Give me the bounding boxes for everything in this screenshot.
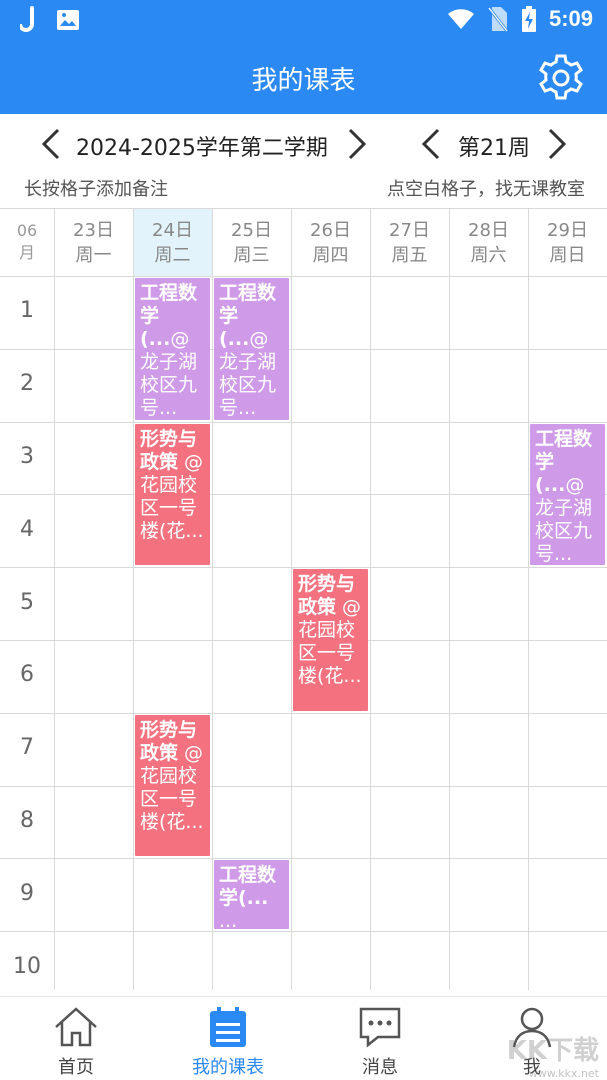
grid-column-line [212, 208, 213, 990]
nav-my-timetable-label: 我的课表 [192, 1057, 264, 1078]
period-label: 7 [20, 735, 34, 761]
day-weekday: 周日 [549, 245, 586, 266]
period-label: 1 [20, 298, 34, 324]
grid-column-line [449, 208, 450, 990]
course-location: ... [219, 910, 238, 930]
grid-row-line [0, 712, 607, 714]
month-number: 06 [16, 221, 38, 240]
course-card[interactable]: 工程数学(... ... [214, 860, 289, 930]
no-sim-icon [487, 7, 509, 32]
week-label[interactable]: 第21周 [458, 130, 530, 162]
term-week-selector: 2024-2025学年第二学期 第21周 [0, 118, 607, 170]
day-date: 27日 [389, 220, 430, 241]
calendar-icon [210, 1007, 246, 1047]
course-name: 工程数学(... [219, 864, 277, 910]
period-label: 6 [20, 662, 34, 688]
grid-row-line [0, 421, 607, 423]
period-label: 4 [20, 516, 34, 542]
image-icon [57, 10, 79, 30]
clock: 5:09 [548, 6, 593, 31]
nav-my-timetable[interactable]: 我的课表 [168, 1001, 288, 1079]
prev-week-chevron-icon[interactable] [420, 128, 442, 160]
hints-row: 长按格子添加备注 点空白格子，找无课教室 [0, 172, 607, 202]
course-card[interactable]: 形势与政策 @花园校区一号楼(花... [135, 423, 210, 566]
day-weekday: 周四 [312, 245, 349, 266]
nav-home-label: 首页 [58, 1057, 94, 1078]
gear-icon[interactable] [535, 52, 587, 104]
battery-charging-icon [521, 6, 536, 32]
day-date: 26日 [310, 220, 351, 241]
day-header: 24日周二 [133, 208, 212, 276]
period-label: 10 [13, 953, 41, 979]
month-unit: 月 [18, 243, 35, 262]
grid-column-line [133, 208, 134, 990]
period-label: 3 [20, 444, 34, 469]
nav-messages[interactable]: 消息 [320, 1001, 440, 1079]
day-header: 29日周日 [528, 208, 607, 276]
watermark: KK下载 www.kkx.net [507, 1030, 599, 1080]
grid-row-line [0, 931, 607, 933]
wifi-icon [447, 9, 474, 29]
course-card[interactable]: 形势与政策 @花园校区一号楼(花... [293, 569, 368, 711]
day-date: 25日 [231, 220, 272, 241]
grid-row-line [0, 348, 607, 350]
next-week-chevron-icon[interactable] [546, 128, 568, 160]
timetable-grid: 06 月 23日 周一 24日 周二 25日 周三 26日 周四 27日 周五 28日 周六 29日 周日… [0, 208, 607, 990]
grid-column-line [528, 208, 529, 990]
hint-empty-cell: 点空白格子，找无课教室 [387, 179, 585, 200]
day-weekday: 周二 [154, 245, 191, 266]
day-date: 29日 [547, 220, 588, 241]
grid-row-line [0, 785, 607, 787]
period-label: 8 [20, 808, 34, 833]
grid-row-line [0, 276, 607, 277]
nav-home[interactable]: 首页 [16, 1001, 136, 1079]
page-title: 我的课表 [251, 66, 356, 96]
grid-row-line [0, 494, 607, 496]
j-app-icon [20, 6, 34, 32]
day-header: 23日周一 [54, 208, 133, 276]
prev-term-chevron-icon[interactable] [40, 128, 62, 160]
course-card[interactable]: 工程数学(...@龙子湖校区九号... [530, 423, 605, 566]
day-date: 24日 [152, 220, 193, 241]
day-weekday: 周三 [233, 245, 270, 266]
period-label: 9 [20, 880, 34, 906]
grid-top-line [0, 208, 607, 209]
course-card[interactable]: 工程数学(...@龙子湖校区九号... [135, 278, 210, 420]
day-date: 23日 [73, 220, 114, 241]
status-bar: 5:09 [0, 0, 607, 42]
period-label: 2 [20, 371, 34, 397]
home-icon [55, 1007, 97, 1047]
day-header: 27日周五 [370, 208, 449, 276]
message-icon [359, 1007, 401, 1048]
day-weekday: 周六 [470, 245, 507, 266]
day-header: 28日周六 [449, 208, 528, 276]
grid-row-line [0, 567, 607, 569]
grid-column-line [291, 208, 292, 990]
day-date: 28日 [468, 220, 509, 241]
month-header: 06 月 [0, 208, 54, 276]
app-bar: 我的课表 [0, 42, 607, 114]
course-card[interactable]: 工程数学(...@龙子湖校区九号... [214, 278, 289, 420]
course-card[interactable]: 形势与政策 @花园校区一号楼(花... [135, 714, 210, 857]
next-term-chevron-icon[interactable] [346, 128, 368, 160]
grid-column-line [54, 208, 55, 990]
grid-column-line [370, 208, 371, 990]
hint-long-press: 长按格子添加备注 [24, 179, 168, 200]
watermark-text: KK下载 [506, 1036, 599, 1066]
nav-messages-label: 消息 [362, 1057, 398, 1078]
watermark-url: www.kkx.net [528, 1067, 599, 1080]
day-header: 26日周四 [291, 208, 370, 276]
grid-row-line [0, 858, 607, 860]
day-weekday: 周一 [75, 245, 112, 266]
term-label[interactable]: 2024-2025学年第二学期 [76, 130, 328, 162]
day-weekday: 周五 [391, 245, 428, 266]
period-label: 5 [20, 589, 34, 615]
day-header: 25日周三 [212, 208, 291, 276]
